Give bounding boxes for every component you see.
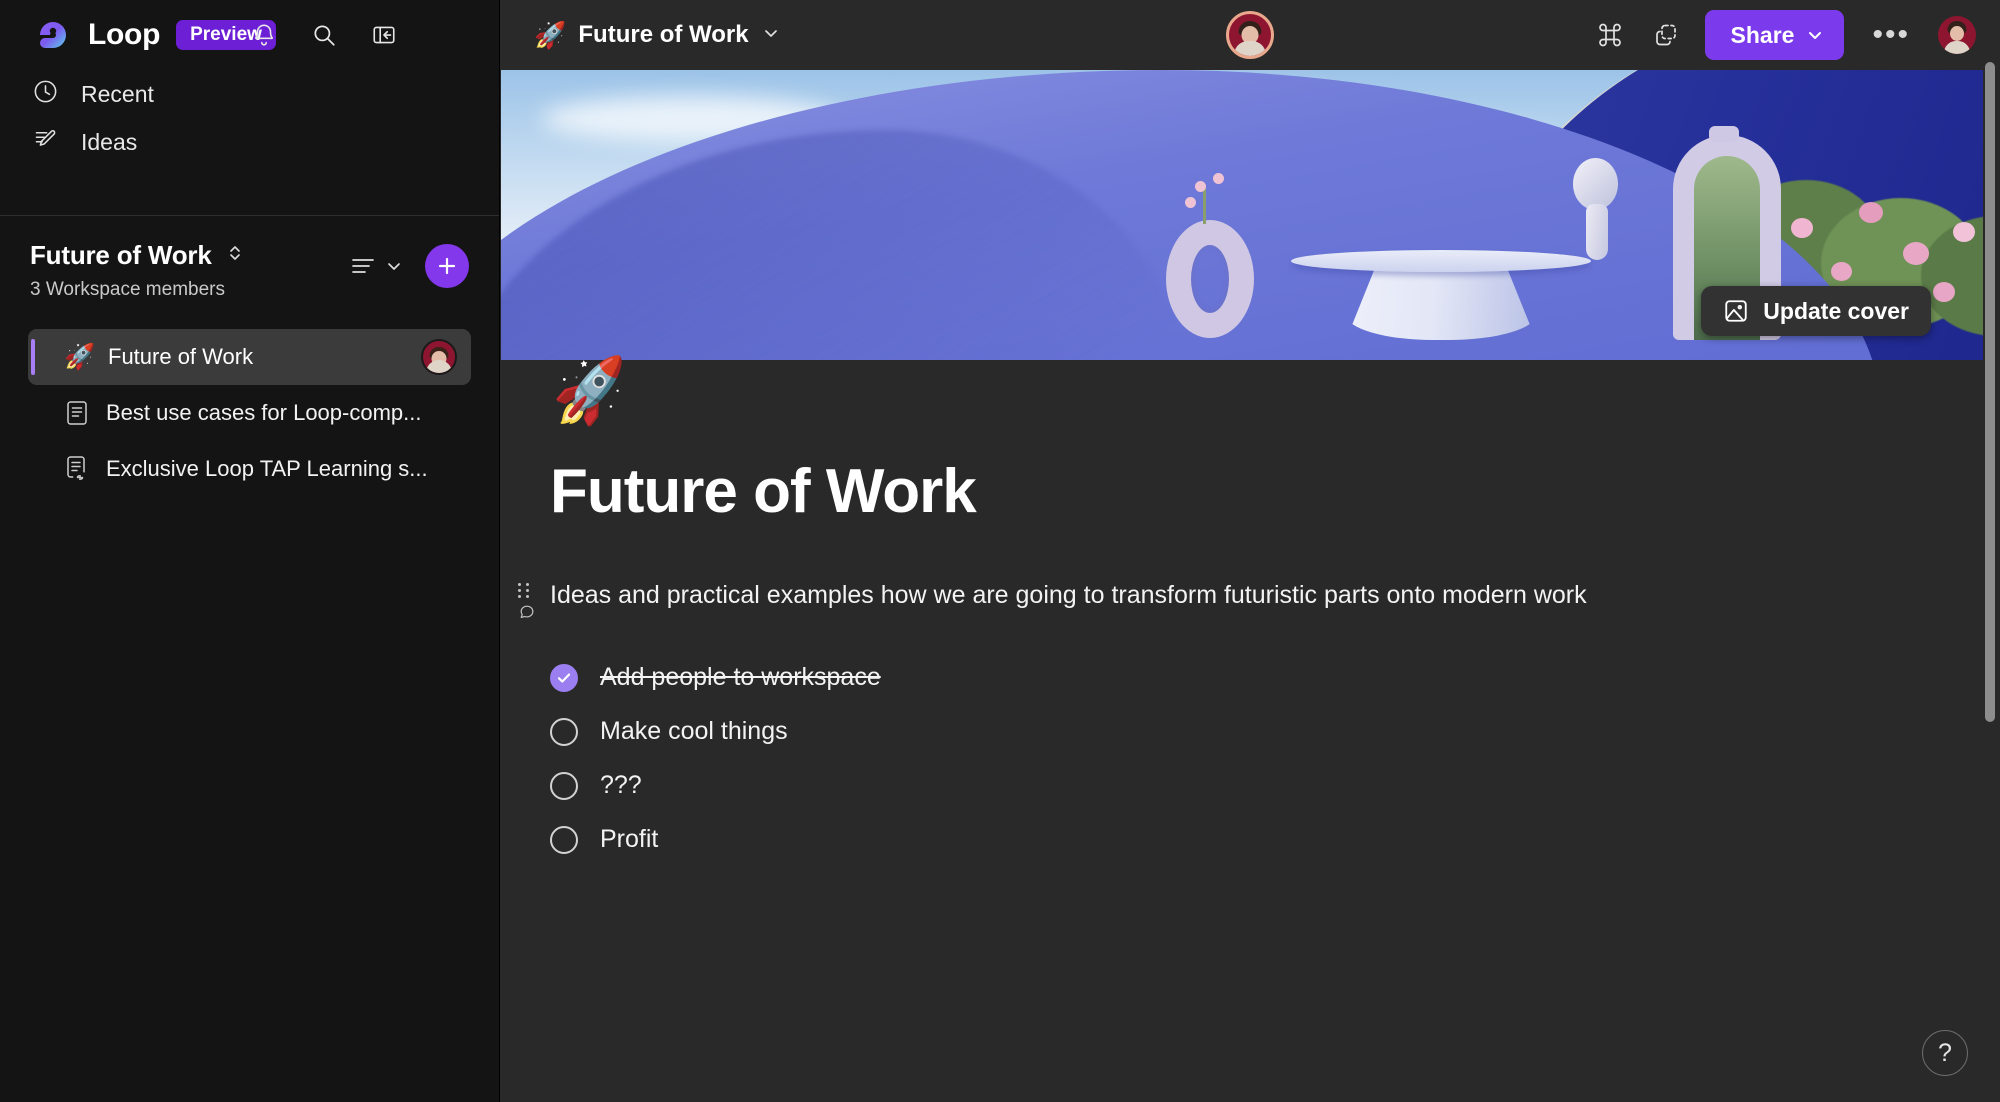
page-title[interactable]: Future of Work [500, 360, 2000, 527]
brand-name: Loop [88, 18, 161, 51]
sidebar-item-ideas[interactable]: Ideas [0, 118, 499, 166]
sidebar-item-label: Recent [81, 80, 154, 107]
flower-shape [1791, 218, 1813, 238]
sidebar-doc-best-use-cases[interactable]: Best use cases for Loop-comp... [28, 385, 471, 441]
sort-lines-icon[interactable] [350, 253, 403, 279]
breadcrumb[interactable]: 🚀 Future of Work [534, 20, 781, 51]
workspace-actions [350, 244, 469, 288]
more-options-button[interactable]: ••• [1866, 20, 1916, 50]
loop-logo-icon [32, 14, 74, 56]
main-content: 🚀 Future of Work Share ••• Update cover … [500, 0, 2000, 1102]
comment-icon[interactable] [518, 605, 536, 625]
top-bar: 🚀 Future of Work Share ••• [500, 0, 2000, 70]
checkbox-icon[interactable] [550, 771, 578, 800]
presence-avatar[interactable] [1226, 11, 1274, 59]
block-handles [518, 583, 542, 626]
workspace-header: Future of Work 3 Workspace members [0, 216, 499, 301]
clock-icon [32, 78, 59, 110]
task-item[interactable]: ??? [550, 765, 2000, 807]
share-button[interactable]: Share [1704, 10, 1845, 60]
page-icon [64, 399, 90, 427]
flower-shape [1953, 222, 1975, 242]
document-list: 🚀 Future of Work Best use cases for Loop… [0, 329, 499, 497]
update-cover-label: Update cover [1763, 297, 1909, 324]
checkbox-checked-icon[interactable] [550, 663, 578, 692]
scrollbar[interactable] [1983, 62, 1997, 1102]
bell-icon[interactable] [247, 18, 281, 52]
chevron-down-icon [388, 263, 400, 270]
task-list: Add people to workspace Make cool things… [550, 657, 2000, 861]
cover-sphere-shape [1573, 158, 1618, 210]
sidebar-doc-label: Future of Work [108, 344, 254, 369]
task-label: Profit [600, 825, 659, 854]
chevron-down-icon [1809, 32, 1822, 39]
top-bar-actions: Share ••• [1593, 10, 1976, 60]
task-item[interactable]: Add people to workspace [550, 657, 2000, 699]
cover-image[interactable]: Update cover [501, 70, 1983, 360]
update-cover-button[interactable]: Update cover [1701, 286, 1931, 336]
sidebar-top-section: Loop Preview Recent Ideas [0, 0, 499, 216]
paragraph-text[interactable]: Ideas and practical examples how we are … [550, 579, 1587, 613]
collapse-panel-icon[interactable] [367, 18, 401, 52]
apps-grid-icon[interactable] [1593, 18, 1627, 52]
scrollbar-thumb[interactable] [1985, 62, 1995, 722]
pencil-lines-icon [32, 126, 59, 158]
cover-arch-top-shape [1709, 126, 1739, 142]
task-item[interactable]: Make cool things [550, 711, 2000, 753]
flower-shape [1903, 242, 1929, 265]
sidebar-header-actions [247, 18, 401, 52]
petal-shape [1213, 173, 1224, 184]
flower-shape [1859, 202, 1883, 223]
rocket-icon: 🚀 [64, 342, 96, 371]
sidebar: Loop Preview Recent Ideas Future of Work… [0, 0, 500, 1102]
document-body: 🚀 Future of Work Ideas and practical exa… [500, 354, 2000, 861]
task-label: Add people to workspace [600, 663, 881, 692]
flower-shape [1933, 282, 1955, 302]
app-root: Loop Preview Recent Ideas Future of Work… [0, 0, 2000, 1102]
checkbox-icon[interactable] [550, 825, 578, 854]
checkbox-icon[interactable] [550, 717, 578, 746]
user-avatar[interactable] [1938, 16, 1976, 54]
sidebar-doc-exclusive-loop-tap[interactable]: Exclusive Loop TAP Learning s... [28, 441, 471, 497]
brand-row: Loop Preview [0, 0, 499, 70]
flower-shape [1831, 262, 1852, 281]
cover-vase-stem-shape [1203, 188, 1206, 224]
task-label: ??? [600, 771, 642, 800]
task-item[interactable]: Profit [550, 819, 2000, 861]
workspace-title: Future of Work [30, 240, 212, 270]
sidebar-item-recent[interactable]: Recent [0, 70, 499, 118]
paragraph-block: Ideas and practical examples how we are … [518, 579, 2000, 618]
page-rocket-icon: 🚀 [549, 354, 633, 431]
share-button-label: Share [1730, 21, 1795, 48]
image-icon [1725, 300, 1747, 322]
drag-handle-icon[interactable] [518, 583, 534, 603]
help-button[interactable]: ? [1922, 1030, 1968, 1076]
chevron-down-icon[interactable] [761, 23, 781, 48]
sidebar-doc-label: Exclusive Loop TAP Learning s... [106, 456, 428, 481]
task-label: Make cool things [600, 717, 788, 746]
sidebar-doc-label: Best use cases for Loop-comp... [106, 400, 422, 425]
breadcrumb-title: Future of Work [578, 21, 749, 48]
sidebar-doc-future-of-work[interactable]: 🚀 Future of Work [28, 329, 471, 385]
petal-shape [1185, 197, 1196, 208]
rocket-icon: 🚀 [534, 19, 567, 50]
cover-ring-vase-shape [1166, 220, 1254, 338]
sidebar-item-label: Ideas [81, 128, 138, 155]
workspace-switcher-icon[interactable] [226, 242, 244, 269]
cover-table-shape [1291, 250, 1591, 272]
petal-shape [1195, 181, 1206, 192]
cover-stem-shape [1586, 204, 1608, 260]
avatar [421, 339, 457, 375]
copy-dashed-icon[interactable] [1649, 18, 1683, 52]
search-icon[interactable] [307, 18, 341, 52]
page-link-icon [64, 455, 90, 483]
add-page-button[interactable] [425, 244, 469, 288]
